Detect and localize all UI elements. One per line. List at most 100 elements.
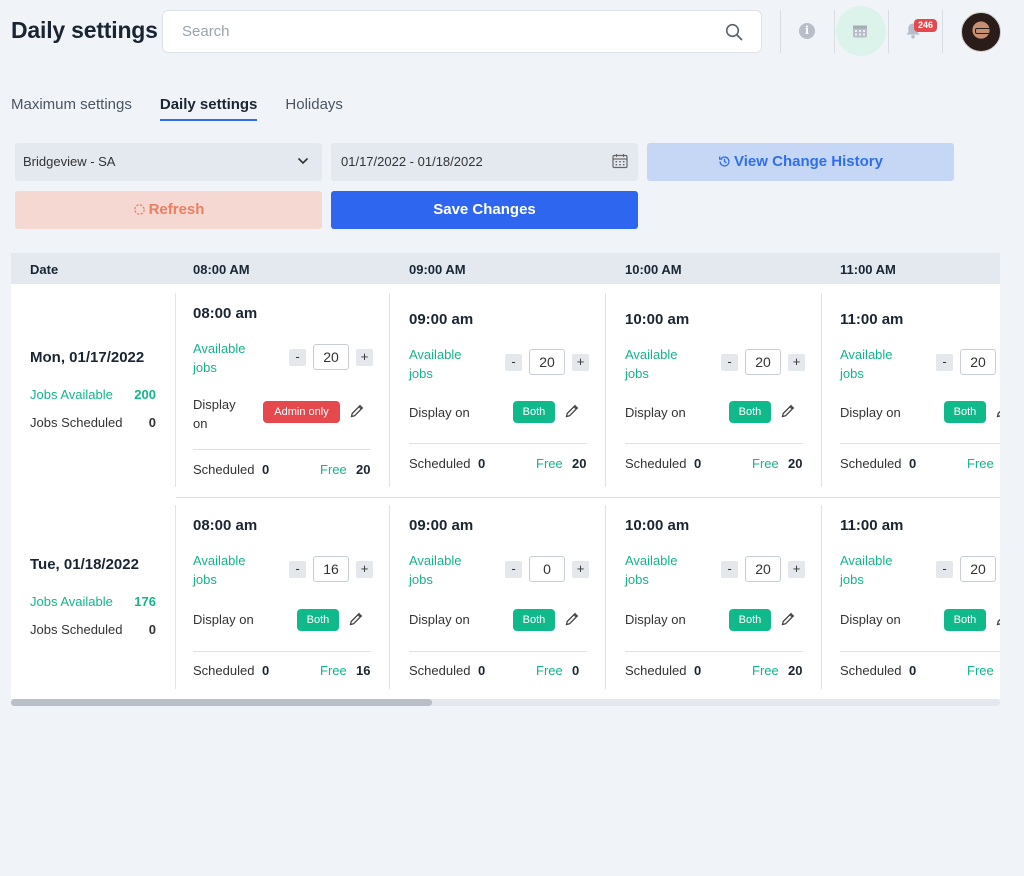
slot-time: 08:00 am [193, 517, 258, 534]
available-jobs-stepper[interactable]: - 20 + [936, 349, 1000, 375]
search-input[interactable] [182, 11, 702, 52]
available-jobs-label: Available jobs [409, 553, 462, 587]
info-icon[interactable]: i [799, 23, 815, 39]
available-jobs-input[interactable]: 16 [313, 556, 349, 582]
time-slot: 08:00 am Available jobs - 20 + Display o… [193, 293, 373, 493]
display-on-label: Display on [193, 397, 236, 431]
increment-button[interactable]: + [356, 560, 373, 578]
free-value: 20 [788, 456, 803, 471]
available-jobs-input[interactable]: 20 [960, 556, 996, 582]
scheduled-label: Scheduled [840, 456, 902, 471]
column-separator [605, 293, 606, 487]
free-label: Free [752, 663, 779, 678]
jobs-available-label: Jobs Available [30, 387, 113, 402]
available-jobs-input[interactable]: 20 [745, 556, 781, 582]
available-jobs-input[interactable]: 20 [960, 349, 996, 375]
display-pill-both: Both [944, 609, 986, 631]
date-range-picker[interactable]: 01/17/2022 - 01/18/2022 [331, 143, 638, 181]
tab-daily-settings[interactable]: Daily settings [159, 96, 258, 121]
scrollbar-thumb[interactable] [11, 699, 432, 706]
slot-time: 09:00 am [409, 311, 474, 328]
edit-icon[interactable] [349, 403, 365, 419]
free-value: 16 [356, 663, 371, 678]
scheduled-value: 0 [694, 663, 702, 678]
slot-time: 11:00 am [840, 517, 904, 534]
edit-icon[interactable] [348, 611, 364, 627]
increment-button[interactable]: + [788, 560, 805, 578]
available-jobs-stepper[interactable]: - 20 + [721, 556, 805, 582]
available-jobs-stepper[interactable]: - 0 + [505, 556, 589, 582]
view-change-history-button[interactable]: View Change History [647, 143, 954, 181]
decrement-button[interactable]: - [936, 560, 953, 578]
increment-button[interactable]: + [572, 353, 589, 371]
calendar-icon [853, 25, 867, 38]
time-slot: 11:00 am Available jobs - 20 + Display o… [840, 505, 1000, 695]
header-divider [888, 10, 889, 53]
slot-time: 11:00 am [840, 311, 904, 328]
history-icon [719, 156, 730, 167]
slot-divider [625, 443, 803, 444]
available-jobs-input[interactable]: 0 [529, 556, 565, 582]
decrement-button[interactable]: - [289, 348, 306, 366]
avatar[interactable] [961, 12, 1001, 52]
scheduled-value: 0 [478, 456, 486, 471]
decrement-button[interactable]: - [505, 560, 522, 578]
free-label: Free [967, 456, 994, 471]
tab-maximum-settings[interactable]: Maximum settings [11, 96, 132, 121]
decrement-button[interactable]: - [721, 353, 738, 371]
scheduled-label: Scheduled [625, 456, 687, 471]
display-pill-both: Both [297, 609, 339, 631]
header-0900: 09:00 AM [409, 262, 466, 277]
available-jobs-stepper[interactable]: - 20 + [289, 344, 373, 370]
slot-divider [625, 651, 803, 652]
decrement-button[interactable]: - [936, 353, 953, 371]
edit-icon[interactable] [995, 403, 1000, 419]
available-jobs-label: Available jobs [193, 553, 246, 587]
jobs-available-label: Jobs Available [30, 594, 113, 609]
jobs-scheduled-value: 0 [148, 622, 156, 637]
save-changes-button[interactable]: Save Changes [331, 191, 638, 229]
jobs-scheduled-value: 0 [148, 415, 156, 430]
search-bar[interactable] [162, 10, 762, 53]
available-jobs-input[interactable]: 20 [313, 344, 349, 370]
available-jobs-stepper[interactable]: - 20 + [936, 556, 1000, 582]
display-pill-admin-only: Admin only [263, 401, 340, 423]
available-jobs-stepper[interactable]: - 20 + [721, 349, 805, 375]
header-0800: 08:00 AM [193, 262, 250, 277]
available-jobs-input[interactable]: 20 [745, 349, 781, 375]
available-jobs-stepper[interactable]: - 16 + [289, 556, 373, 582]
calendar-icon [612, 154, 628, 169]
increment-button[interactable]: + [356, 348, 373, 366]
time-slot: 10:00 am Available jobs - 20 + Display o… [625, 505, 805, 695]
date-title: Tue, 01/18/2022 [30, 556, 139, 573]
location-select[interactable]: Bridgeview - SA [15, 143, 322, 181]
search-icon[interactable] [725, 23, 743, 41]
scheduled-label: Scheduled [409, 663, 471, 678]
free-value: 20 [788, 663, 803, 678]
available-jobs-input[interactable]: 20 [529, 349, 565, 375]
display-pill-both: Both [513, 609, 555, 631]
decrement-button[interactable]: - [721, 560, 738, 578]
display-on-label: Display on [193, 612, 254, 627]
tab-bar: Maximum settings Daily settings Holidays [11, 96, 343, 121]
scheduled-label: Scheduled [193, 663, 255, 678]
edit-icon[interactable] [564, 403, 580, 419]
display-on-label: Display on [409, 612, 470, 627]
decrement-button[interactable]: - [505, 353, 522, 371]
available-jobs-stepper[interactable]: - 20 + [505, 349, 589, 375]
slot-divider [840, 443, 1000, 444]
calendar-button[interactable] [836, 6, 886, 56]
refresh-button[interactable]: Refresh [15, 191, 322, 229]
tab-holidays[interactable]: Holidays [285, 96, 343, 121]
scheduled-value: 0 [909, 663, 917, 678]
edit-icon[interactable] [995, 611, 1000, 627]
time-slot: 11:00 am Available jobs - 20 + Display o… [840, 293, 1000, 493]
table-header: Date 08:00 AM 09:00 AM 10:00 AM 11:00 AM [11, 253, 1000, 284]
increment-button[interactable]: + [788, 353, 805, 371]
slot-divider [193, 651, 371, 652]
edit-icon[interactable] [780, 403, 796, 419]
decrement-button[interactable]: - [289, 560, 306, 578]
edit-icon[interactable] [564, 611, 580, 627]
edit-icon[interactable] [780, 611, 796, 627]
increment-button[interactable]: + [572, 560, 589, 578]
